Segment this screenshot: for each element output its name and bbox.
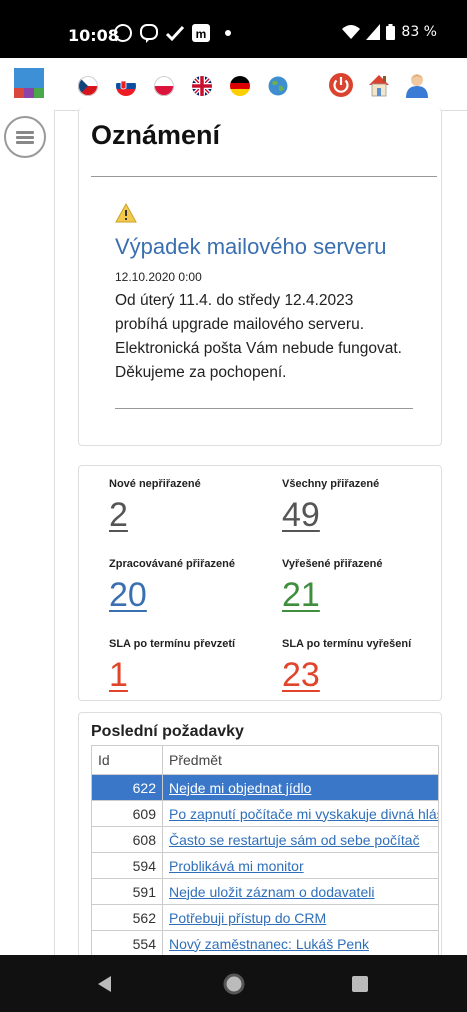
divider (91, 176, 437, 177)
recents-icon[interactable] (351, 975, 369, 993)
stat-all-assigned[interactable]: Všechny přiřazené 49 (282, 478, 452, 535)
announcement-date: 12.10.2020 0:00 (115, 270, 202, 284)
column-subject[interactable]: Předmět (162, 745, 439, 775)
stat-value[interactable]: 20 (109, 576, 279, 615)
row-subject-link[interactable]: Potřebuji přístup do CRM (169, 910, 326, 926)
row-id: 609 (91, 800, 163, 827)
table-row[interactable]: 562 Potřebuji přístup do CRM (91, 904, 439, 931)
table-row[interactable]: 594 Problikává mi monitor (91, 852, 439, 879)
row-subject-link[interactable]: Problikává mi monitor (169, 858, 304, 874)
row-id: 562 (91, 904, 163, 931)
hamburger-menu-icon[interactable] (4, 116, 46, 158)
requests-table: Id Předmět 622 Nejde mi objednat jídlo 60… (91, 745, 439, 957)
announcement-body: Od úterý 11.4. do středy 12.4.2023 probí… (115, 292, 402, 381)
stat-resolved[interactable]: Vyřešené přiřazené 21 (282, 558, 452, 615)
status-right: 83 % (342, 24, 437, 40)
stat-value[interactable]: 1 (109, 656, 279, 695)
uk-flag-icon[interactable] (192, 76, 212, 96)
stat-label: Zpracovávané přiřazené (109, 558, 235, 570)
m-app-icon: m (192, 24, 210, 42)
row-id: 622 (91, 774, 163, 801)
row-subject-link[interactable]: Nejde uložit záznam o dodavateli (169, 884, 374, 900)
stat-value[interactable]: 21 (282, 576, 452, 615)
system-nav-bar (0, 955, 467, 1012)
section-title: Poslední požadavky (91, 723, 244, 740)
stat-label: Nové nepřiřazené (109, 478, 201, 490)
whatsapp-icon (114, 24, 132, 42)
stat-value[interactable]: 49 (282, 496, 452, 535)
sidebar (0, 110, 55, 955)
dot-icon (225, 30, 231, 36)
home-button-icon[interactable] (222, 972, 246, 996)
stat-sla-resolution-overdue[interactable]: SLA po termínu vyřešení 23 (282, 638, 452, 695)
announcement-panel: Oznámení Výpadek mailového serveru 12.10… (78, 108, 442, 446)
table-row[interactable]: 591 Nejde uložit záznam o dodavateli (91, 878, 439, 905)
column-id[interactable]: Id (91, 745, 163, 775)
recent-requests-panel: Poslední požadavky Id Předmět 622 Nejde m… (78, 712, 442, 957)
row-subject-link[interactable]: Nejde mi objednat jídlo (169, 780, 311, 796)
app-logo[interactable] (14, 68, 44, 98)
table-row[interactable]: 609 Po zapnutí počítače mi vyskakuje divn… (91, 800, 439, 827)
battery-icon (386, 24, 396, 40)
stats-panel: Nové nepřiřazené 2 Všechny přiřazené 49 … (78, 465, 442, 701)
stat-label: SLA po termínu vyřešení (282, 638, 412, 650)
czech-flag-icon[interactable] (78, 76, 98, 96)
user-icon[interactable] (404, 72, 430, 98)
table-row[interactable]: 608 Často se restartuje sám od sebe počít… (91, 826, 439, 853)
row-id: 591 (91, 878, 163, 905)
stat-label: SLA po termínu převzetí (109, 638, 236, 650)
row-subject-link[interactable]: Nový zaměstnanec: Lukáš Penk (169, 936, 369, 952)
power-icon[interactable] (328, 72, 354, 98)
row-id: 608 (91, 826, 163, 853)
slovak-flag-icon[interactable] (116, 76, 136, 96)
app-toolbar (0, 58, 467, 111)
stat-value[interactable]: 2 (109, 496, 279, 535)
stat-sla-takeover-overdue[interactable]: SLA po termínu převzetí 1 (109, 638, 279, 695)
globe-icon[interactable] (268, 76, 288, 96)
battery-level: 83 % (401, 24, 437, 40)
table-row[interactable]: 554 Nový zaměstnanec: Lukáš Penk (91, 930, 439, 957)
row-subject-link[interactable]: Po zapnutí počítače mi vyskakuje divná h… (169, 806, 438, 822)
stat-label: Vyřešené přiřazené (282, 558, 383, 570)
row-id: 594 (91, 852, 163, 879)
divider (115, 408, 413, 409)
table-row[interactable]: 622 Nejde mi objednat jídlo (91, 774, 439, 801)
status-bar: 10:08 m 83 % (0, 0, 467, 58)
row-id: 554 (91, 930, 163, 957)
polish-flag-icon[interactable] (154, 76, 174, 96)
home-icon[interactable] (366, 72, 392, 98)
stat-new-unassigned[interactable]: Nové nepřiřazené 2 (109, 478, 279, 535)
row-subject-link[interactable]: Často se restartuje sám od sebe počítač (169, 832, 420, 848)
stat-value[interactable]: 23 (282, 656, 452, 695)
announcement-title[interactable]: Výpadek mailového serveru (115, 234, 386, 260)
warning-icon (115, 203, 137, 223)
page-title: Oznámení (91, 120, 221, 150)
svg-text:m: m (196, 27, 207, 41)
check-icon (165, 25, 185, 42)
stat-in-progress[interactable]: Zpracovávané přiřazené 20 (109, 558, 279, 615)
german-flag-icon[interactable] (230, 76, 250, 96)
viber-icon (140, 24, 158, 43)
stat-label: Všechny přiřazené (282, 478, 380, 490)
back-icon[interactable] (95, 974, 115, 994)
wifi-icon (342, 25, 361, 39)
signal-icon (366, 24, 381, 40)
table-header: Id Předmět (91, 745, 439, 775)
